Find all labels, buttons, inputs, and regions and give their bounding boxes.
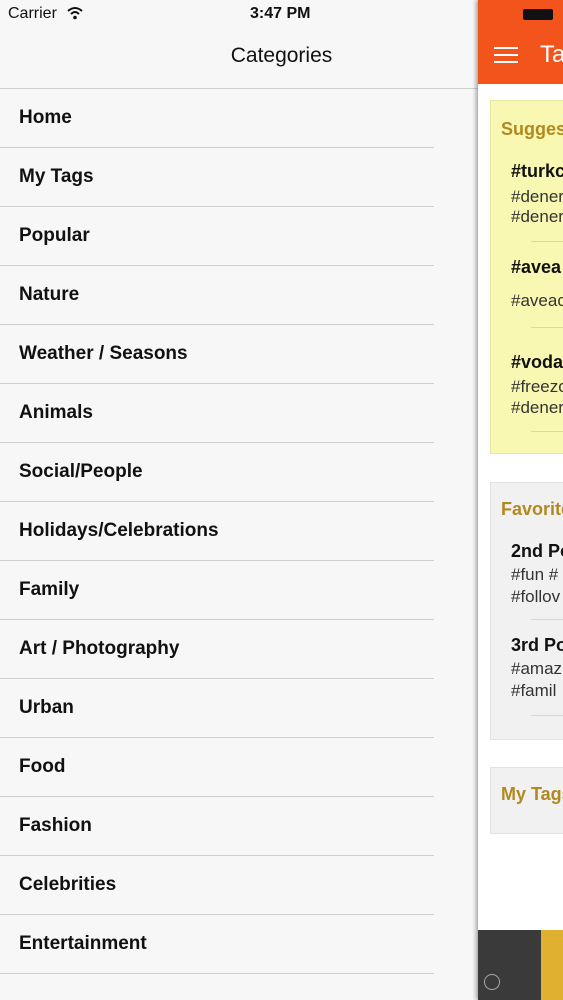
suggested-entry-title[interactable]: #vodaf <box>511 352 563 373</box>
wifi-icon <box>67 7 83 20</box>
clock: 3:47 PM <box>250 5 311 22</box>
suggested-entry-title[interactable]: #turkc <box>511 161 563 182</box>
favorites-heading: Favorite <box>501 499 563 519</box>
main-title: Ta <box>540 41 563 68</box>
suggested-heading: Sugges <box>501 119 563 139</box>
category-item-fashion[interactable]: Fashion <box>0 797 434 856</box>
category-item-food[interactable]: Food <box>0 738 434 797</box>
top-bar: Ta <box>478 0 563 84</box>
divider <box>531 327 563 328</box>
my-tags-card: My Tags <box>490 767 563 834</box>
suggested-entry-title[interactable]: #avea <box>511 257 561 278</box>
favorites-card: Favorite 2nd Po #fun # #follov 3rd Po #a… <box>490 482 563 740</box>
category-item-nature[interactable]: Nature <box>0 266 434 325</box>
divider <box>531 715 563 716</box>
category-item-my-tags[interactable]: My Tags <box>0 148 434 207</box>
photo-strip[interactable] <box>478 930 563 1000</box>
favorite-entry-title[interactable]: 2nd Po <box>511 541 563 562</box>
favorite-entry-line: #amaz <box>511 659 563 678</box>
category-item-animals[interactable]: Animals <box>0 384 434 443</box>
category-item-art-photography[interactable]: Art / Photography <box>0 620 434 679</box>
battery-icon <box>523 9 553 20</box>
hamburger-menu-icon[interactable] <box>494 47 518 65</box>
category-item-family[interactable]: Family <box>0 561 434 620</box>
category-item-popular[interactable]: Popular <box>0 207 434 266</box>
eye-icon <box>484 974 500 990</box>
category-item-entertainment[interactable]: Entertainment <box>0 915 434 974</box>
category-item-urban[interactable]: Urban <box>0 679 434 738</box>
suggested-entry-line: #freezo <box>511 377 563 396</box>
divider <box>531 241 563 242</box>
category-item-social-people[interactable]: Social/People <box>0 443 434 502</box>
photo-thumbnail[interactable] <box>541 930 563 1000</box>
category-menu: Home My Tags Popular Nature Weather / Se… <box>0 88 478 974</box>
category-item-weather-seasons[interactable]: Weather / Seasons <box>0 325 434 384</box>
my-tags-heading: My Tags <box>501 784 563 804</box>
suggested-entry-line: #aveac <box>511 291 563 310</box>
carrier-label: Carrier <box>8 5 57 22</box>
divider <box>531 431 563 432</box>
suggested-entry-line: #dener <box>511 398 563 417</box>
suggested-card: Sugges #turkc #dener #dener #avea #aveac… <box>490 100 563 454</box>
favorite-entry-line: #follov <box>511 587 561 606</box>
favorite-entry-line: #fun # <box>511 565 559 584</box>
category-item-celebrities[interactable]: Celebrities <box>0 856 434 915</box>
divider <box>531 619 563 620</box>
suggested-entry-line: #dener <box>511 187 563 206</box>
suggested-entry-line: #dener <box>511 207 563 226</box>
favorite-entry-line: #famil <box>511 681 557 700</box>
favorite-entry-title[interactable]: 3rd Po <box>511 635 563 656</box>
category-item-home[interactable]: Home <box>0 89 434 148</box>
main-panel[interactable]: Ta Sugges #turkc #dener #dener #avea #av… <box>478 0 563 1000</box>
category-item-holidays[interactable]: Holidays/Celebrations <box>0 502 434 561</box>
